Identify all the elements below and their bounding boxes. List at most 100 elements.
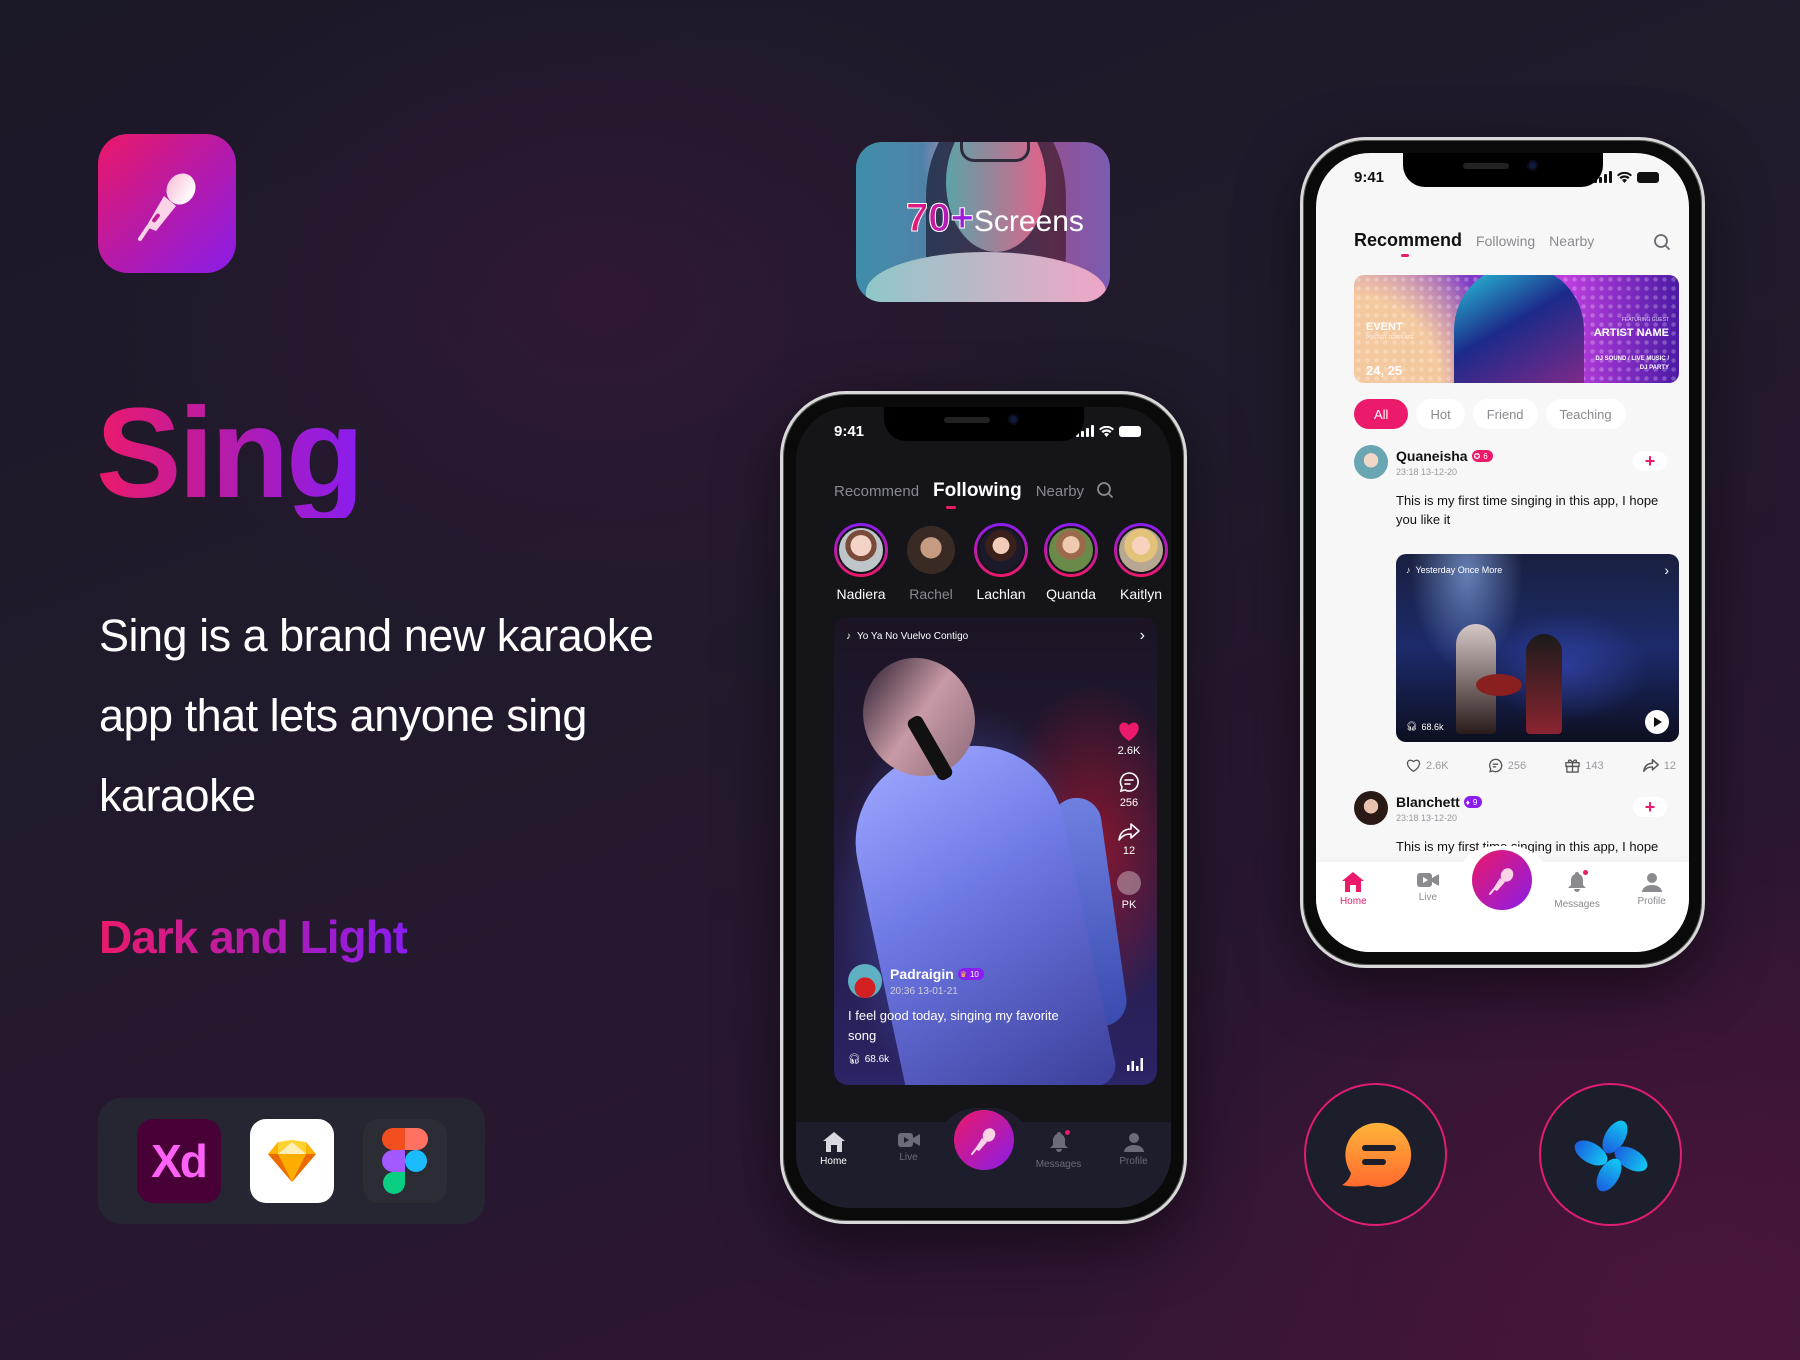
- story-item[interactable]: Lachlan: [974, 523, 1028, 602]
- nav-profile[interactable]: Profile: [1622, 872, 1682, 907]
- diamond-icon: ♦: [1465, 797, 1470, 807]
- status-time: 9:41: [1354, 169, 1385, 186]
- comment-count: 256: [1119, 797, 1139, 809]
- description-line: app that lets anyone sing: [99, 690, 587, 741]
- pk-button[interactable]: PK: [1117, 871, 1141, 911]
- heart-icon: [1119, 722, 1139, 741]
- comment-icon: [1488, 758, 1503, 773]
- song-header[interactable]: ♪ Yo Ya No Vuelvo Contigo ›: [846, 627, 1145, 645]
- phone-notch: [1402, 153, 1603, 187]
- description-line: Sing is a brand new karaoke: [99, 610, 654, 661]
- sketch-diamond-icon: [249, 1119, 334, 1203]
- pinwheel-app-badge: [1539, 1083, 1682, 1226]
- card-actions: 2.6K 256 12 PK: [1111, 721, 1147, 911]
- diamond-glyph: [267, 1140, 316, 1182]
- filter-friend[interactable]: Friend: [1472, 399, 1538, 429]
- like-button[interactable]: 2.6K: [1406, 758, 1449, 773]
- banner-lineup: DJ SOUND / LIVE MUSIC / DJ PARTY: [1595, 356, 1669, 371]
- avatar: [1044, 523, 1098, 577]
- battery-icon: [1119, 425, 1141, 437]
- search-icon[interactable]: [1096, 481, 1114, 499]
- avatar[interactable]: [1354, 791, 1388, 825]
- follow-button[interactable]: +: [1633, 451, 1667, 471]
- story-name: Lachlan: [976, 586, 1026, 602]
- song-title: Yo Ya No Vuelvo Contigo: [857, 630, 969, 642]
- story-item[interactable]: Kaitlyn: [1114, 523, 1168, 602]
- tab-recommend[interactable]: Recommend: [1354, 230, 1462, 251]
- play-count-value: 68.6k: [864, 1054, 890, 1065]
- record-button[interactable]: [953, 1110, 1014, 1170]
- nav-live[interactable]: Live: [1398, 872, 1458, 903]
- filter-hot[interactable]: Hot: [1416, 399, 1465, 429]
- story-item[interactable]: Rachel: [904, 523, 958, 602]
- play-count: 🎧︎ 68.6k: [848, 1054, 1143, 1065]
- tab-following[interactable]: Following: [1476, 233, 1535, 249]
- share-button[interactable]: 12: [1118, 823, 1140, 857]
- follow-button[interactable]: +: [1633, 797, 1667, 817]
- tab-recommend[interactable]: Recommend: [834, 483, 919, 500]
- play-button[interactable]: [1645, 710, 1669, 734]
- story-item[interactable]: Quanda: [1044, 523, 1098, 602]
- play-icon: [1654, 717, 1662, 727]
- like-count: 2.6K: [1117, 745, 1141, 757]
- promo-text: 70+Screens: [906, 196, 1084, 241]
- nav-messages[interactable]: Messages: [1547, 870, 1607, 910]
- theme-subtitle: Dark and Light: [99, 911, 408, 963]
- avatar[interactable]: [848, 964, 882, 998]
- video-player[interactable]: ♪ Yesterday Once More › 🎧︎ 68.6k: [1396, 554, 1679, 742]
- pk-label: PK: [1121, 899, 1137, 911]
- pinwheel-icon: [1574, 1120, 1647, 1191]
- chevron-right-icon[interactable]: ›: [1140, 627, 1145, 645]
- share-count: 12: [1122, 845, 1136, 857]
- tab-nearby[interactable]: Nearby: [1549, 233, 1594, 249]
- like-button[interactable]: 2.6K: [1117, 721, 1141, 757]
- filter-all[interactable]: All: [1354, 399, 1409, 429]
- level-value: 9: [1472, 797, 1478, 807]
- banner-event-sub: POSTER TEMPLATE: [1366, 335, 1414, 341]
- chevron-right-icon[interactable]: ›: [1664, 562, 1669, 578]
- share-icon: [1118, 823, 1140, 841]
- microphone-icon: [1489, 868, 1514, 895]
- design-tools-panel: Xd: [98, 1098, 485, 1224]
- microphone-icon: [970, 1128, 995, 1155]
- story-name: Rachel: [909, 586, 953, 602]
- tab-following[interactable]: Following: [933, 480, 1022, 502]
- event-banner[interactable]: EVENT POSTER TEMPLATE 24, 25 FEATURING G…: [1354, 275, 1679, 383]
- banner-event: EVENT: [1366, 321, 1403, 333]
- tab-nearby[interactable]: Nearby: [1036, 483, 1084, 500]
- battery-icon: [1637, 171, 1659, 183]
- banner-photo: [1454, 275, 1584, 383]
- nav-label: Messages: [1554, 899, 1600, 910]
- record-button[interactable]: [1472, 850, 1533, 910]
- gift-count: 143: [1585, 759, 1604, 772]
- avatar[interactable]: [1354, 445, 1388, 479]
- filter-teaching[interactable]: Teaching: [1545, 399, 1626, 429]
- user-name[interactable]: Blanchett: [1396, 794, 1460, 810]
- feed-card[interactable]: ♪ Yo Ya No Vuelvo Contigo › 2.6K 256 12: [834, 617, 1157, 1085]
- wifi-icon: [1617, 171, 1632, 183]
- nav-home[interactable]: Home: [804, 1132, 864, 1167]
- equalizer-icon[interactable]: [1127, 1057, 1143, 1071]
- active-tab-indicator: [1401, 254, 1409, 257]
- comment-button[interactable]: 256: [1118, 771, 1140, 809]
- share-button[interactable]: 12: [1642, 758, 1676, 773]
- nav-profile[interactable]: Profile: [1104, 1132, 1164, 1167]
- nav-label: Live: [899, 1152, 918, 1163]
- user-name[interactable]: Padraigin: [890, 966, 954, 982]
- bottom-nav: Home Live Messages Profile: [1316, 846, 1689, 952]
- nav-live[interactable]: Live: [879, 1132, 939, 1163]
- song-header[interactable]: ♪ Yesterday Once More ›: [1406, 562, 1669, 578]
- story-item[interactable]: Nadiera: [834, 523, 888, 602]
- search-icon[interactable]: [1653, 233, 1671, 251]
- gift-icon: [1565, 759, 1580, 773]
- like-count: 2.6K: [1426, 759, 1449, 772]
- comment-button[interactable]: 256: [1488, 758, 1526, 773]
- description-line: karaoke: [99, 770, 256, 821]
- nav-home[interactable]: Home: [1323, 872, 1383, 907]
- gift-button[interactable]: 143: [1565, 758, 1604, 773]
- user-name[interactable]: Quaneisha: [1396, 448, 1468, 464]
- nav-messages[interactable]: Messages: [1029, 1130, 1089, 1170]
- nav-label: Home: [820, 1156, 847, 1167]
- post-time: 20:36 13-01-21: [890, 985, 958, 997]
- bell-icon: [1049, 1132, 1068, 1152]
